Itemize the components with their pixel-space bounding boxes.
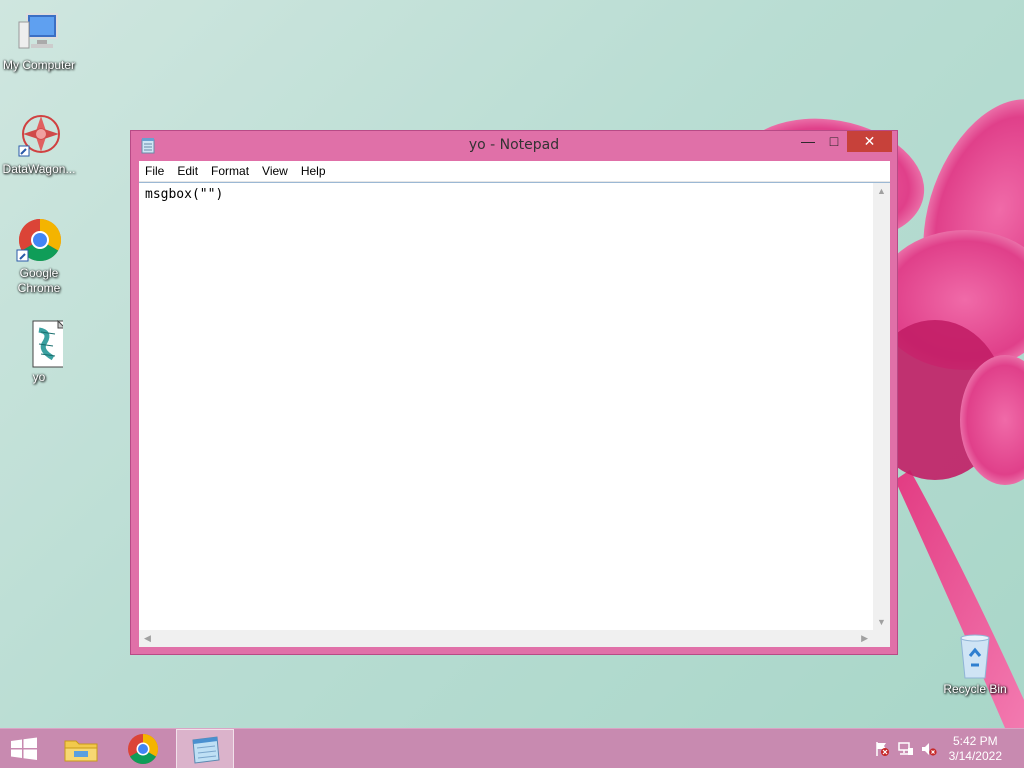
desktop-icon-label: DataWagon... — [2, 162, 76, 176]
editor-content[interactable]: msgbox("") — [145, 187, 223, 202]
taskbar: 5:42 PM 3/14/2022 — [0, 728, 1024, 768]
desktop-icon-recycle-bin[interactable]: Recycle Bin — [937, 632, 1013, 697]
system-clock[interactable]: 5:42 PM 3/14/2022 — [949, 734, 1002, 764]
chrome-icon — [15, 216, 63, 264]
scroll-down-icon[interactable]: ▼ — [877, 617, 886, 627]
menu-format[interactable]: Format — [205, 161, 256, 182]
chrome-icon — [128, 734, 159, 765]
clock-date: 3/14/2022 — [948, 749, 1002, 763]
resize-grip[interactable] — [873, 630, 890, 647]
scroll-left-icon[interactable]: ◀ — [144, 633, 151, 644]
datawagon-icon — [15, 112, 63, 160]
menu-view[interactable]: View — [256, 161, 295, 182]
recycle-bin-icon — [951, 632, 999, 680]
menu-file[interactable]: File — [139, 161, 171, 182]
action-center-flag-icon[interactable] — [874, 741, 890, 757]
window-title: yo - Notepad — [468, 137, 560, 153]
taskbar-chrome[interactable] — [118, 729, 168, 768]
desktop-icon-label: Google Chrome — [17, 266, 61, 295]
maximize-button[interactable]: □ — [821, 131, 847, 152]
desktop-icon-datawagon[interactable]: DataWagon... — [1, 112, 77, 177]
menu-bar: File Edit Format View Help — [139, 161, 890, 182]
menu-help[interactable]: Help — [295, 161, 333, 182]
notepad-icon — [192, 736, 220, 764]
minimize-button[interactable]: — — [795, 131, 821, 152]
computer-icon — [15, 8, 63, 56]
desktop: My Computer DataWagon... Google Chrome y… — [0, 0, 1024, 728]
vertical-scrollbar[interactable]: ▲ ▼ — [873, 183, 890, 630]
text-editor[interactable]: msgbox("") ▲ ▼ ◀ ▶ — [139, 182, 890, 647]
menu-edit[interactable]: Edit — [171, 161, 205, 182]
desktop-icon-google-chrome[interactable]: Google Chrome — [1, 216, 77, 296]
desktop-icon-my-computer[interactable]: My Computer — [1, 8, 77, 73]
clock-time: 5:42 PM — [952, 734, 998, 748]
desktop-icon-label: My Computer — [2, 58, 76, 72]
desktop-icon-label: Recycle Bin — [943, 682, 1007, 696]
close-button[interactable]: ✕ — [847, 131, 892, 152]
scroll-right-icon[interactable]: ▶ — [861, 633, 868, 644]
network-icon[interactable] — [898, 741, 914, 757]
file-explorer-icon — [64, 740, 98, 762]
scroll-up-icon[interactable]: ▲ — [877, 186, 886, 196]
title-bar[interactable]: yo - Notepad — □ ✕ — [131, 131, 897, 161]
desktop-icon-label: yo — [32, 370, 46, 384]
taskbar-notepad[interactable] — [176, 729, 234, 768]
desktop-icon-yo[interactable]: yo — [1, 319, 77, 385]
notepad-window[interactable]: yo - Notepad — □ ✕ File Edit Format View Hel… — [130, 130, 898, 655]
start-button[interactable] — [0, 729, 48, 768]
volume-muted-icon[interactable] — [921, 741, 937, 757]
start-icon — [11, 737, 37, 760]
taskbar-file-explorer[interactable] — [56, 729, 106, 768]
vbs-script-icon — [15, 319, 67, 368]
horizontal-scrollbar[interactable]: ◀ ▶ — [139, 630, 873, 647]
